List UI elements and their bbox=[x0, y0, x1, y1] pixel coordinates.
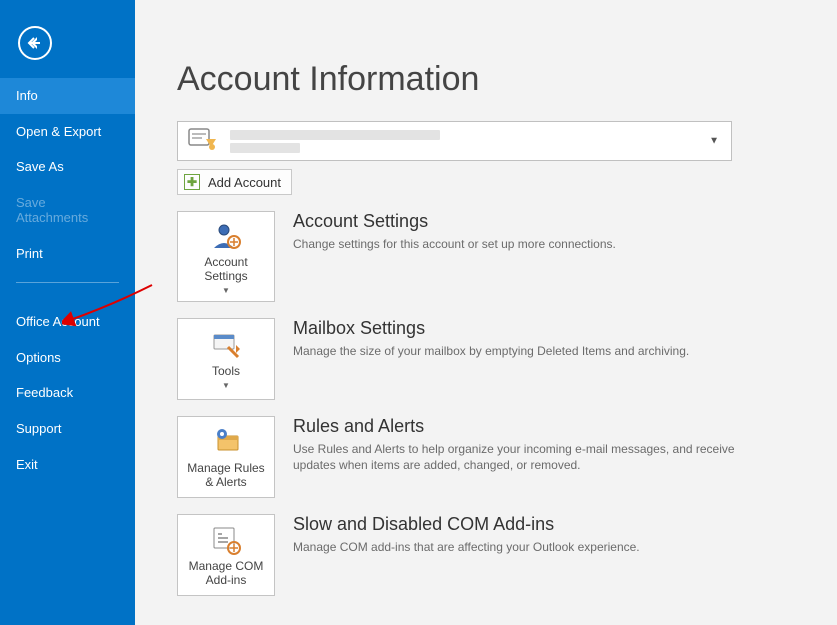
nav-label: Save As bbox=[16, 159, 64, 174]
tile-account-settings[interactable]: Account Settings ▼ bbox=[177, 211, 275, 302]
section-title: Mailbox Settings bbox=[293, 318, 777, 339]
account-icon bbox=[188, 125, 220, 157]
backstage-sidebar: Info Open & Export Save As Save Attachme… bbox=[0, 0, 135, 625]
nav-support[interactable]: Support bbox=[0, 411, 135, 447]
nav-save-attachments: Save Attachments bbox=[0, 185, 135, 236]
section-title: Rules and Alerts bbox=[293, 416, 777, 437]
nav-label: Print bbox=[16, 246, 43, 261]
section-title: Account Settings bbox=[293, 211, 777, 232]
section-mailbox-settings: Tools ▼ Mailbox Settings Manage the size… bbox=[177, 318, 777, 400]
nav-label: Open & Export bbox=[16, 124, 101, 139]
section-desc: Manage the size of your mailbox by empty… bbox=[293, 343, 777, 359]
account-selector[interactable]: ▼ bbox=[177, 121, 732, 161]
nav-options[interactable]: Options bbox=[0, 340, 135, 376]
nav-separator bbox=[16, 282, 119, 283]
chevron-down-icon: ▼ bbox=[222, 381, 230, 390]
nav-label: Office Account bbox=[16, 314, 100, 329]
rules-icon bbox=[210, 426, 242, 458]
nav-label: Support bbox=[16, 421, 62, 436]
nav-label: Exit bbox=[16, 457, 38, 472]
addins-icon bbox=[210, 524, 242, 556]
nav-office-account[interactable]: Office Account bbox=[0, 289, 135, 340]
nav-feedback[interactable]: Feedback bbox=[0, 375, 135, 411]
main-pane: Account Information ▼ ✚ Add Account Acco… bbox=[135, 0, 837, 625]
nav-open-export[interactable]: Open & Export bbox=[0, 114, 135, 150]
tile-label: Account Settings bbox=[182, 256, 270, 284]
plus-icon: ✚ bbox=[184, 174, 200, 190]
section-com-addins: Manage COM Add-ins Slow and Disabled COM… bbox=[177, 514, 777, 596]
page-title: Account Information bbox=[177, 60, 837, 99]
nav-save-as[interactable]: Save As bbox=[0, 149, 135, 185]
add-account-label: Add Account bbox=[208, 175, 281, 190]
section-desc: Change settings for this account or set … bbox=[293, 236, 777, 252]
nav-print[interactable]: Print bbox=[0, 236, 135, 272]
back-button[interactable] bbox=[18, 26, 52, 60]
nav-label: Info bbox=[16, 88, 38, 103]
tile-tools[interactable]: Tools ▼ bbox=[177, 318, 275, 400]
section-rules-alerts: Manage Rules & Alerts Rules and Alerts U… bbox=[177, 416, 777, 498]
chevron-down-icon: ▼ bbox=[709, 136, 719, 147]
back-arrow-icon bbox=[27, 35, 43, 51]
section-title: Slow and Disabled COM Add-ins bbox=[293, 514, 777, 535]
account-name-redacted bbox=[230, 130, 721, 153]
tools-icon bbox=[210, 329, 242, 361]
tile-label: Manage COM Add-ins bbox=[182, 560, 270, 588]
tile-manage-rules[interactable]: Manage Rules & Alerts bbox=[177, 416, 275, 498]
add-account-button[interactable]: ✚ Add Account bbox=[177, 169, 292, 195]
nav-exit[interactable]: Exit bbox=[0, 447, 135, 483]
tile-label: Manage Rules & Alerts bbox=[182, 462, 270, 490]
nav-label: Feedback bbox=[16, 385, 73, 400]
nav-info[interactable]: Info bbox=[0, 78, 135, 114]
tile-manage-com-addins[interactable]: Manage COM Add-ins bbox=[177, 514, 275, 596]
nav-label: Options bbox=[16, 350, 61, 365]
nav-label: Save Attachments bbox=[16, 195, 88, 226]
account-settings-icon bbox=[210, 220, 242, 252]
chevron-down-icon: ▼ bbox=[222, 286, 230, 295]
tile-label: Tools bbox=[212, 365, 240, 379]
section-desc: Use Rules and Alerts to help organize yo… bbox=[293, 441, 777, 473]
section-desc: Manage COM add-ins that are affecting yo… bbox=[293, 539, 777, 555]
section-account-settings: Account Settings ▼ Account Settings Chan… bbox=[177, 211, 777, 302]
